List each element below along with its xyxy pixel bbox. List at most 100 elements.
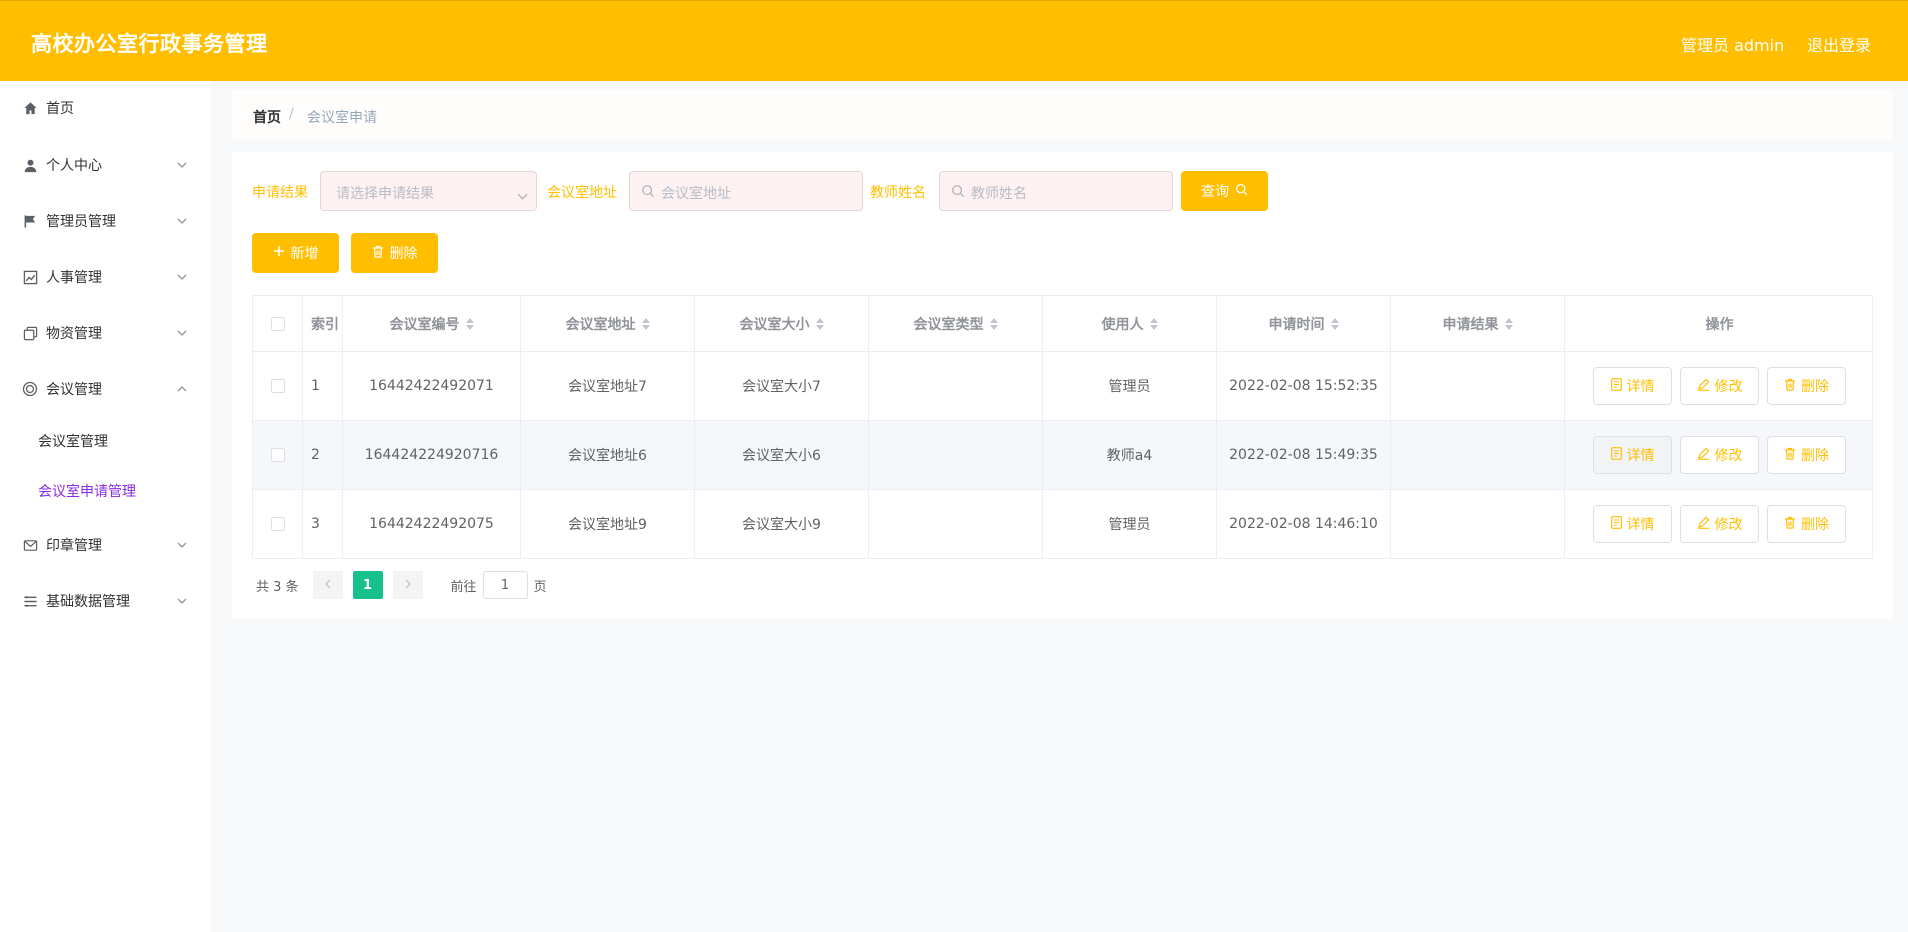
addr-search-placeholder: 会议室地址: [661, 186, 731, 202]
cell-time: 2022-02-08 15:49:35: [1217, 421, 1391, 489]
table-row: 1 16442422492071 会议室地址7 会议室大小7 管理员 2022-…: [253, 352, 1872, 421]
trash-icon: [1784, 378, 1796, 395]
sidebar-item-materials[interactable]: 物资管理: [0, 313, 210, 353]
sidebar-item-profile[interactable]: 个人中心: [0, 145, 210, 185]
next-page-button[interactable]: [392, 571, 423, 599]
sidebar-item-basedata[interactable]: 基础数据管理: [0, 581, 210, 621]
row-checkbox[interactable]: [270, 379, 285, 393]
chevron-left-icon: [324, 577, 331, 593]
cell-addr: 会议室地址6: [521, 421, 695, 489]
chevron-down-icon: [176, 539, 188, 551]
row-checkbox[interactable]: [270, 448, 285, 462]
cell-actions: 详情 修改 删除: [1565, 421, 1874, 489]
header-time-label: 申请时间: [1268, 316, 1325, 333]
sort-icon[interactable]: [1149, 317, 1158, 330]
batch-delete-button[interactable]: 删除: [351, 233, 438, 273]
detail-button-label: 详情: [1626, 379, 1655, 395]
header-addr-label: 会议室地址: [565, 316, 636, 333]
sidebar-sub-meeting-room[interactable]: 会议室管理: [0, 421, 210, 461]
app-title: 高校办公室行政事务管理: [31, 32, 268, 56]
mail-icon: [21, 536, 39, 554]
header-result[interactable]: 申请结果: [1391, 296, 1565, 351]
table-header-row: 索引 会议室编号 会议室地址 会议室大小 会议室类型 使用人 申请时间 申请结果…: [253, 296, 1872, 352]
sidebar-item-meeting[interactable]: 会议管理: [0, 369, 210, 409]
header-code-label: 会议室编号: [389, 316, 460, 333]
detail-button[interactable]: 详情: [1593, 367, 1672, 405]
cell-user: 教师a4: [1043, 421, 1217, 489]
pagination-total: 共 3 条: [256, 579, 299, 595]
circle-icon: [21, 380, 39, 398]
cell-addr: 会议室地址9: [521, 490, 695, 558]
sidebar-item-seal[interactable]: 印章管理: [0, 525, 210, 565]
document-icon: [1610, 377, 1622, 395]
flag-icon: [21, 212, 39, 230]
teacher-search-input[interactable]: 教师姓名: [939, 171, 1173, 211]
row-select-cell: [253, 421, 303, 489]
addr-search-input[interactable]: 会议室地址: [629, 171, 863, 211]
header-size[interactable]: 会议室大小: [695, 296, 869, 351]
delete-button-label: 删除: [1801, 517, 1829, 533]
cell-result: [1391, 352, 1565, 420]
logout-button[interactable]: 退出登录: [1807, 32, 1871, 56]
sidebar-item-home[interactable]: 首页: [0, 88, 210, 128]
filter-result-label: 申请结果: [252, 185, 308, 201]
cell-code: 16442422492071: [343, 352, 521, 420]
chevron-down-icon: [176, 215, 188, 227]
sidebar-item-label: 会议管理: [46, 382, 102, 398]
cell-user: 管理员: [1043, 352, 1217, 420]
breadcrumb-separator: /: [289, 106, 294, 122]
select-all-checkbox[interactable]: [270, 316, 285, 331]
sort-icon[interactable]: [989, 317, 998, 330]
cell-actions: 详情 修改 删除: [1565, 490, 1874, 558]
cell-type: [869, 421, 1043, 489]
add-button[interactable]: 新增: [252, 233, 339, 273]
trash-icon: [1784, 447, 1796, 464]
header-actions-label: 操作: [1705, 316, 1734, 333]
page-number-button[interactable]: 1: [352, 571, 383, 599]
delete-button[interactable]: 删除: [1767, 367, 1846, 405]
detail-button[interactable]: 详情: [1593, 505, 1672, 543]
edit-button[interactable]: 修改: [1680, 505, 1759, 543]
pencil-icon: [1697, 378, 1710, 395]
sort-icon[interactable]: [641, 317, 650, 330]
sort-icon[interactable]: [815, 317, 824, 330]
chevron-down-icon: [176, 159, 188, 171]
header-code[interactable]: 会议室编号: [343, 296, 521, 351]
result-select[interactable]: 请选择申请结果: [320, 171, 537, 211]
breadcrumb-home[interactable]: 首页: [253, 107, 281, 127]
chart-icon: [21, 268, 39, 286]
user-icon: [21, 156, 39, 174]
edit-button-label: 修改: [1714, 379, 1743, 395]
edit-button[interactable]: 修改: [1680, 436, 1759, 474]
header-type[interactable]: 会议室类型: [869, 296, 1043, 351]
prev-page-button[interactable]: [312, 571, 343, 599]
sidebar-item-label: 物资管理: [46, 326, 102, 342]
table-row: 2 164424224920716 会议室地址6 会议室大小6 教师a4 202…: [253, 421, 1872, 490]
sidebar-sub-meeting-apply[interactable]: 会议室申请管理: [0, 471, 210, 511]
goto-page-input[interactable]: [482, 571, 528, 599]
header-addr[interactable]: 会议室地址: [521, 296, 695, 351]
cell-addr: 会议室地址7: [521, 352, 695, 420]
plus-icon: [273, 245, 285, 261]
sidebar-item-label: 印章管理: [46, 538, 102, 554]
trash-icon: [1784, 516, 1796, 533]
delete-button[interactable]: 删除: [1767, 436, 1846, 474]
edit-button[interactable]: 修改: [1680, 367, 1759, 405]
query-button[interactable]: 查询: [1181, 171, 1268, 211]
sidebar-item-admin[interactable]: 管理员管理: [0, 201, 210, 241]
detail-button[interactable]: 详情: [1593, 436, 1672, 474]
sort-icon[interactable]: [1330, 317, 1339, 330]
header-user[interactable]: 使用人: [1043, 296, 1217, 351]
pagination: 共 3 条 1 前往 页: [252, 570, 547, 600]
cell-code: 164424224920716: [343, 421, 521, 489]
cell-user: 管理员: [1043, 490, 1217, 558]
chevron-up-icon: [176, 383, 188, 395]
sidebar-item-hr[interactable]: 人事管理: [0, 257, 210, 297]
row-checkbox[interactable]: [270, 517, 285, 531]
pencil-icon: [1697, 516, 1710, 533]
delete-button[interactable]: 删除: [1767, 505, 1846, 543]
header-time[interactable]: 申请时间: [1217, 296, 1391, 351]
sort-icon[interactable]: [1504, 317, 1513, 330]
header-index-label: 索引: [311, 316, 339, 333]
sort-icon[interactable]: [465, 317, 474, 330]
